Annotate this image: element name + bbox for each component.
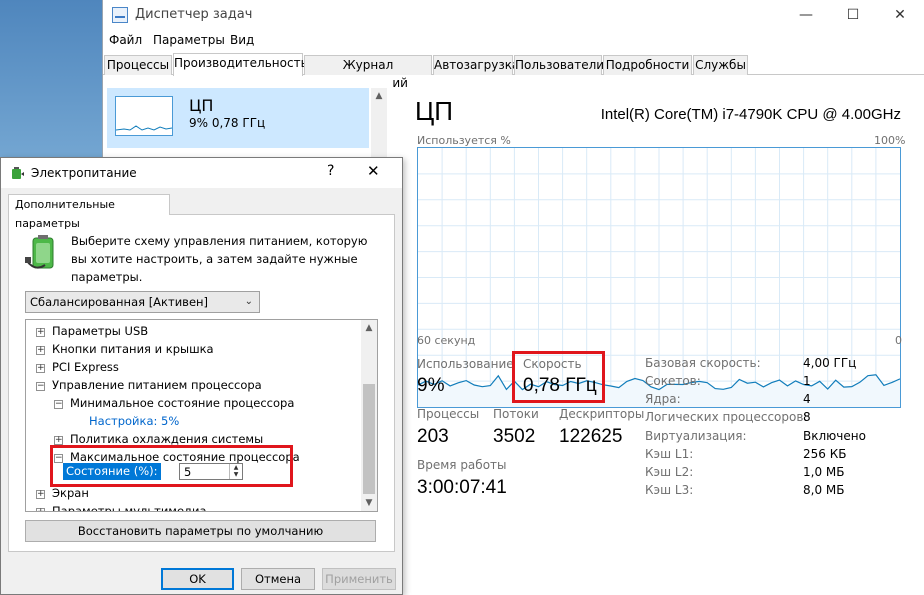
detail-value: 1,0 МБ: [803, 465, 845, 479]
detail-label: Базовая скорость:: [645, 356, 761, 370]
performance-main: ЦП Intel(R) Core(TM) i7-4790K CPU @ 4.00…: [393, 76, 924, 595]
sidebar-item-cpu[interactable]: ЦП 9% 0,78 ГГц: [107, 88, 369, 148]
detail-value: 8: [803, 410, 811, 424]
power-plan-select[interactable]: Сбалансированная [Активен] ⌄: [25, 291, 260, 313]
menu-view[interactable]: Вид: [230, 33, 254, 47]
help-button[interactable]: ?: [327, 163, 334, 179]
detail-value: 4,00 ГГц: [803, 356, 857, 370]
cpu-model-name: Intel(R) Core(TM) i7-4790K CPU @ 4.00GHz: [600, 106, 901, 123]
tab-processes[interactable]: Процессы: [104, 55, 172, 75]
detail-label: Ядра:: [645, 392, 681, 406]
graph-xlabel-left: 60 секунд: [417, 334, 476, 347]
speed-highlight-box: [512, 351, 605, 403]
uptime-value: 3:00:07:41: [417, 477, 507, 498]
cpu-card-subtitle: 9% 0,78 ГГц: [189, 116, 266, 130]
dialog-title: Электропитание: [31, 166, 137, 180]
window-title: Диспетчер задач: [135, 7, 253, 22]
detail-label: Кэш L2:: [645, 465, 694, 479]
detail-label: Логических процессоров:: [645, 410, 808, 424]
dialog-close-button[interactable]: ✕: [367, 162, 380, 180]
expand-icon[interactable]: +: [36, 346, 45, 355]
max-state-highlight-box: [50, 445, 293, 487]
tree-item[interactable]: Параметры USB: [52, 324, 148, 338]
apply-button[interactable]: Применить: [322, 568, 396, 590]
dialog-description: Выберите схему управления питанием, кото…: [71, 234, 368, 284]
scroll-up-icon[interactable]: ▲: [361, 320, 377, 336]
cancel-button[interactable]: Отмена: [241, 568, 315, 590]
processes-value: 203: [417, 426, 449, 447]
tab-startup[interactable]: Автозагрузка: [433, 55, 519, 75]
page-title: ЦП: [415, 96, 453, 126]
detail-value: Включено: [803, 429, 866, 443]
tab-users[interactable]: Пользователи: [514, 55, 604, 75]
handles-value: 122625: [559, 426, 623, 447]
expand-icon[interactable]: +: [36, 328, 45, 337]
chevron-down-icon: ⌄: [244, 296, 253, 307]
scroll-thumb[interactable]: [363, 384, 375, 494]
tab-app-history[interactable]: Журнал приложений: [304, 55, 432, 90]
expand-icon[interactable]: +: [54, 436, 63, 445]
detail-label: Кэш L3:: [645, 483, 694, 497]
graph-xlabel-right: 0: [895, 334, 902, 347]
usage-label: Использование: [417, 357, 514, 371]
collapse-icon[interactable]: −: [36, 382, 45, 391]
menu-file[interactable]: Файл: [109, 33, 142, 47]
detail-value: 256 КБ: [803, 447, 847, 461]
scroll-down-icon[interactable]: ▼: [361, 495, 377, 511]
detail-label: Виртуализация:: [645, 429, 747, 443]
processes-label: Процессы: [417, 407, 480, 421]
power-options-icon: [12, 167, 24, 179]
minimize-button[interactable]: —: [783, 0, 829, 30]
handles-label: Дескрипторы: [559, 407, 645, 421]
tab-services[interactable]: Службы: [693, 55, 748, 75]
tab-advanced-settings[interactable]: Дополнительные параметры: [8, 194, 170, 230]
tree-item[interactable]: Политика охлаждения системы: [70, 432, 263, 446]
power-options-dialog: Электропитание ? ✕ Дополнительные параме…: [0, 157, 403, 595]
expand-icon[interactable]: +: [36, 490, 45, 499]
dialog-title-bar[interactable]: Электропитание ? ✕: [1, 158, 402, 188]
tab-performance[interactable]: Производительность: [173, 53, 308, 76]
min-state-setting-link[interactable]: Настройка: 5%: [89, 414, 179, 428]
maximize-button[interactable]: ☐: [830, 0, 876, 30]
cpu-mini-graph: [115, 96, 173, 136]
tree-item[interactable]: Параметры мультимедиа: [52, 504, 207, 511]
detail-label: Кэш L1:: [645, 447, 694, 461]
detail-value: 4: [803, 392, 811, 406]
uptime-label: Время работы: [417, 458, 507, 472]
tab-details[interactable]: Подробности: [603, 55, 692, 75]
battery-plug-icon: [25, 235, 54, 269]
tab-bar: Процессы Производительность Журнал прило…: [103, 53, 924, 90]
detail-value: 8,0 МБ: [803, 483, 845, 497]
threads-value: 3502: [493, 426, 536, 447]
tree-item[interactable]: Кнопки питания и крышка: [52, 342, 214, 356]
task-manager-icon: [112, 7, 128, 23]
expand-icon[interactable]: +: [36, 364, 45, 373]
tree-item[interactable]: Минимальное состояние процессора: [70, 396, 294, 410]
tree-item[interactable]: Экран: [52, 486, 89, 500]
collapse-icon[interactable]: −: [54, 400, 63, 409]
restore-defaults-button[interactable]: Восстановить параметры по умолчанию: [25, 520, 376, 542]
graph-ylabel: Используется %: [417, 134, 511, 147]
ok-button[interactable]: OK: [161, 568, 234, 590]
threads-label: Потоки: [493, 407, 539, 421]
tree-scrollbar[interactable]: ▲ ▼: [361, 320, 377, 511]
power-plan-value: Сбалансированная [Активен]: [30, 295, 209, 309]
detail-label: Сокетов:: [645, 374, 701, 388]
usage-value: 9%: [417, 375, 445, 396]
detail-value: 1: [803, 374, 811, 388]
close-button[interactable]: ✕: [877, 0, 923, 30]
tree-item[interactable]: PCI Express: [52, 360, 119, 374]
tree-item[interactable]: Управление питанием процессора: [52, 378, 262, 392]
expand-icon[interactable]: +: [36, 508, 45, 511]
cpu-card-title: ЦП: [189, 96, 214, 115]
menu-options[interactable]: Параметры: [153, 33, 225, 47]
graph-ymax-label: 100%: [874, 134, 906, 147]
title-bar[interactable]: Диспетчер задач — ☐ ✕: [103, 0, 924, 30]
scroll-up-icon[interactable]: ▲: [371, 88, 387, 104]
